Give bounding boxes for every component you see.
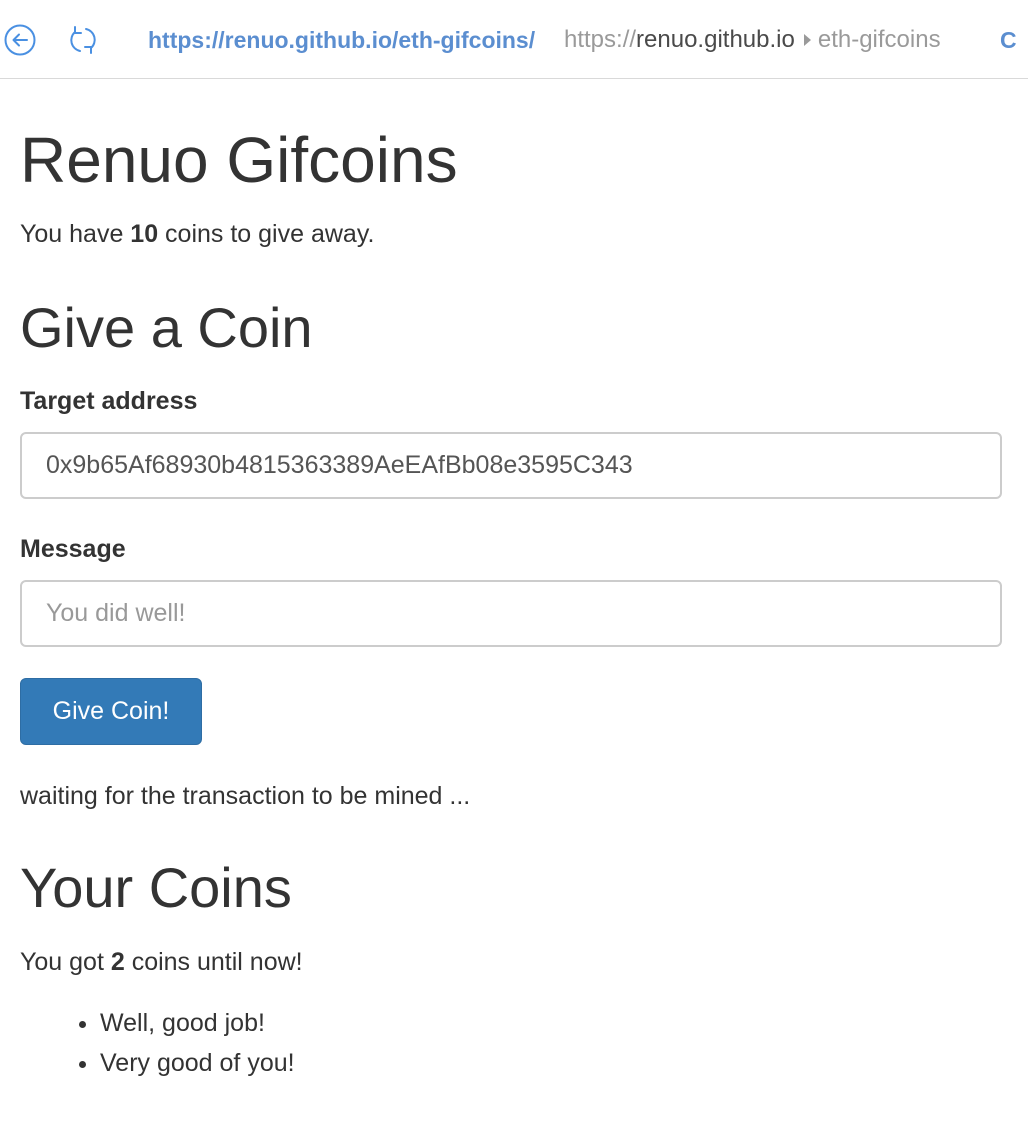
breadcrumb-path: eth-gifcoins [817,26,941,53]
balance-text: You have 10 coins to give away. [20,218,374,250]
breadcrumb[interactable]: https://renuo.github.io eth-gifcoins [564,26,941,54]
transaction-status: waiting for the transaction to be mined … [20,782,471,810]
list-item: Well, good job! [100,1003,295,1043]
target-address-input[interactable] [20,432,1002,499]
balance-prefix: You have [20,220,131,248]
breadcrumb-separator-icon [803,34,811,47]
browser-toolbar: https://renuo.github.io/eth-gifcoins/ ht… [0,0,1028,79]
your-coins-heading: Your Coins [20,856,292,919]
received-count-text: You got 2 coins until now! [20,946,303,978]
list-item: Very good of you! [100,1043,295,1083]
balance-count: 10 [130,220,159,248]
toolbar-truncated-label[interactable]: C [1000,27,1017,54]
target-address-label: Target address [20,387,198,415]
received-count: 2 [110,948,125,976]
message-label: Message [20,535,126,563]
address-bar-url[interactable]: https://renuo.github.io/eth-gifcoins/ [148,27,535,54]
give-coin-heading: Give a Coin [20,296,313,359]
coin-messages-list: Well, good job! Very good of you! [20,1003,295,1083]
page-title: Renuo Gifcoins [20,124,458,196]
balance-suffix: coins to give away. [158,220,375,248]
reload-icon[interactable] [66,23,100,57]
back-arrow-icon[interactable] [3,23,37,57]
give-coin-button[interactable]: Give Coin! [20,678,202,745]
breadcrumb-scheme: https:// [564,26,637,53]
message-input[interactable] [20,580,1002,647]
received-suffix: coins until now! [124,948,303,976]
breadcrumb-host: renuo.github.io [636,26,795,53]
received-prefix: You got [20,948,111,976]
